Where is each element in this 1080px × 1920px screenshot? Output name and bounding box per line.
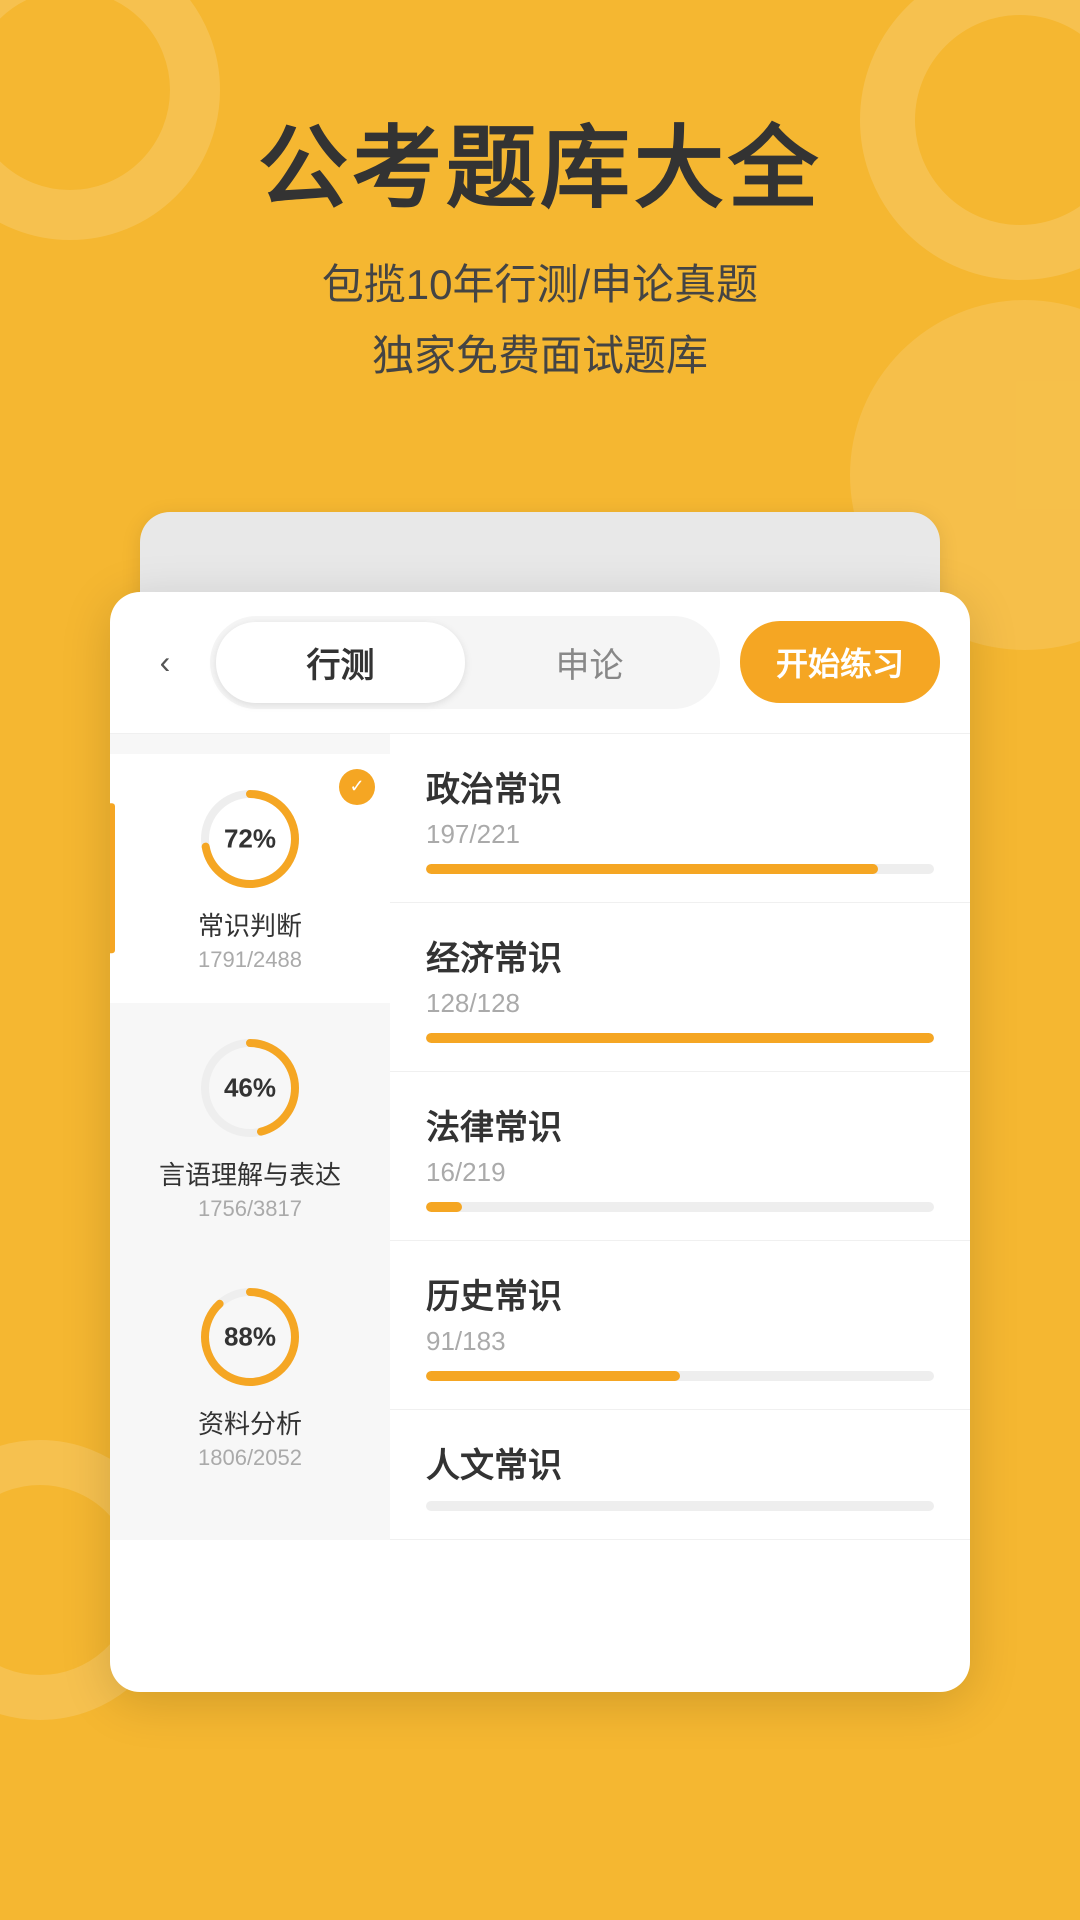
subtitle: 包揽10年行测/申论真题 独家免费面试题库 xyxy=(60,249,1020,392)
header-section: 公考题库大全 包揽10年行测/申论真题 独家免费面试题库 xyxy=(0,0,1080,452)
category-item-ziliao[interactable]: 88% 资料分析 1806/2052 xyxy=(110,1252,390,1501)
right-subcategory-panel: 政治常识 197/221 经济常识 128/128 xyxy=(390,734,970,1540)
circle-progress-changshi: 72% xyxy=(195,784,305,894)
start-practice-button[interactable]: 开始练习 xyxy=(740,621,940,703)
cards-container: ‹ 行测 申论 开始练习 ✓ xyxy=(110,512,970,1712)
tab-bar: ‹ 行测 申论 开始练习 xyxy=(110,592,970,734)
main-title: 公考题库大全 xyxy=(60,120,1020,219)
circle-percent-yanyu: 46% xyxy=(224,1072,276,1103)
category-count-changshi: 1791/2488 xyxy=(198,947,302,973)
progress-bar-fill-zhengzhi xyxy=(426,864,878,874)
subcategory-item-falv[interactable]: 法律常识 16/219 xyxy=(390,1072,970,1241)
checkmark-badge: ✓ xyxy=(339,769,375,805)
subcategory-name-zhengzhi: 政治常识 xyxy=(426,762,934,811)
circle-progress-ziliao: 88% xyxy=(195,1282,305,1392)
progress-bar-wrap-zhengzhi xyxy=(426,864,934,874)
subcategory-name-lishi: 历史常识 xyxy=(426,1269,934,1318)
tab-group: 行测 申论 xyxy=(210,616,720,709)
circle-percent-ziliao: 88% xyxy=(224,1321,276,1352)
tab-xinzheng[interactable]: 行测 xyxy=(216,622,465,703)
main-card: ‹ 行测 申论 开始练习 ✓ xyxy=(110,592,970,1692)
tab-shenlun[interactable]: 申论 xyxy=(465,622,714,703)
subtitle-line2: 独家免费面试题库 xyxy=(60,320,1020,391)
content-area: ✓ 72% 常识判断 1791/2488 xyxy=(110,734,970,1540)
circle-percent-changshi: 72% xyxy=(224,823,276,854)
category-count-yanyu: 1756/3817 xyxy=(198,1196,302,1222)
subtitle-line1: 包揽10年行测/申论真题 xyxy=(60,249,1020,320)
category-item-yanyu[interactable]: 46% 言语理解与表达 1756/3817 xyxy=(110,1003,390,1252)
category-count-ziliao: 1806/2052 xyxy=(198,1445,302,1471)
category-item-changshi[interactable]: ✓ 72% 常识判断 1791/2488 xyxy=(110,754,390,1003)
category-name-ziliao: 资料分析 xyxy=(198,1404,302,1441)
subcategory-name-jingji: 经济常识 xyxy=(426,931,934,980)
subcategory-name-renwen: 人文常识 xyxy=(426,1438,934,1487)
progress-bar-wrap-falv xyxy=(426,1202,934,1212)
category-name-changshi: 常识判断 xyxy=(198,906,302,943)
subcategory-count-zhengzhi: 197/221 xyxy=(426,819,934,850)
subcategory-item-jingji[interactable]: 经济常识 128/128 xyxy=(390,903,970,1072)
progress-bar-wrap-jingji xyxy=(426,1033,934,1043)
progress-bar-wrap-renwen xyxy=(426,1501,934,1511)
back-button[interactable]: ‹ xyxy=(140,637,190,687)
progress-bar-fill-lishi xyxy=(426,1371,680,1381)
circle-progress-yanyu: 46% xyxy=(195,1033,305,1143)
progress-bar-fill-jingji xyxy=(426,1033,934,1043)
subcategory-count-jingji: 128/128 xyxy=(426,988,934,1019)
progress-bar-wrap-lishi xyxy=(426,1371,934,1381)
subcategory-item-zhengzhi[interactable]: 政治常识 197/221 xyxy=(390,734,970,903)
left-category-panel: ✓ 72% 常识判断 1791/2488 xyxy=(110,734,390,1540)
category-name-yanyu: 言语理解与表达 xyxy=(159,1155,341,1192)
subcategory-count-lishi: 91/183 xyxy=(426,1326,934,1357)
subcategory-item-renwen[interactable]: 人文常识 xyxy=(390,1410,970,1540)
subcategory-item-lishi[interactable]: 历史常识 91/183 xyxy=(390,1241,970,1410)
subcategory-name-falv: 法律常识 xyxy=(426,1100,934,1149)
subcategory-count-falv: 16/219 xyxy=(426,1157,934,1188)
progress-bar-fill-falv xyxy=(426,1202,462,1212)
